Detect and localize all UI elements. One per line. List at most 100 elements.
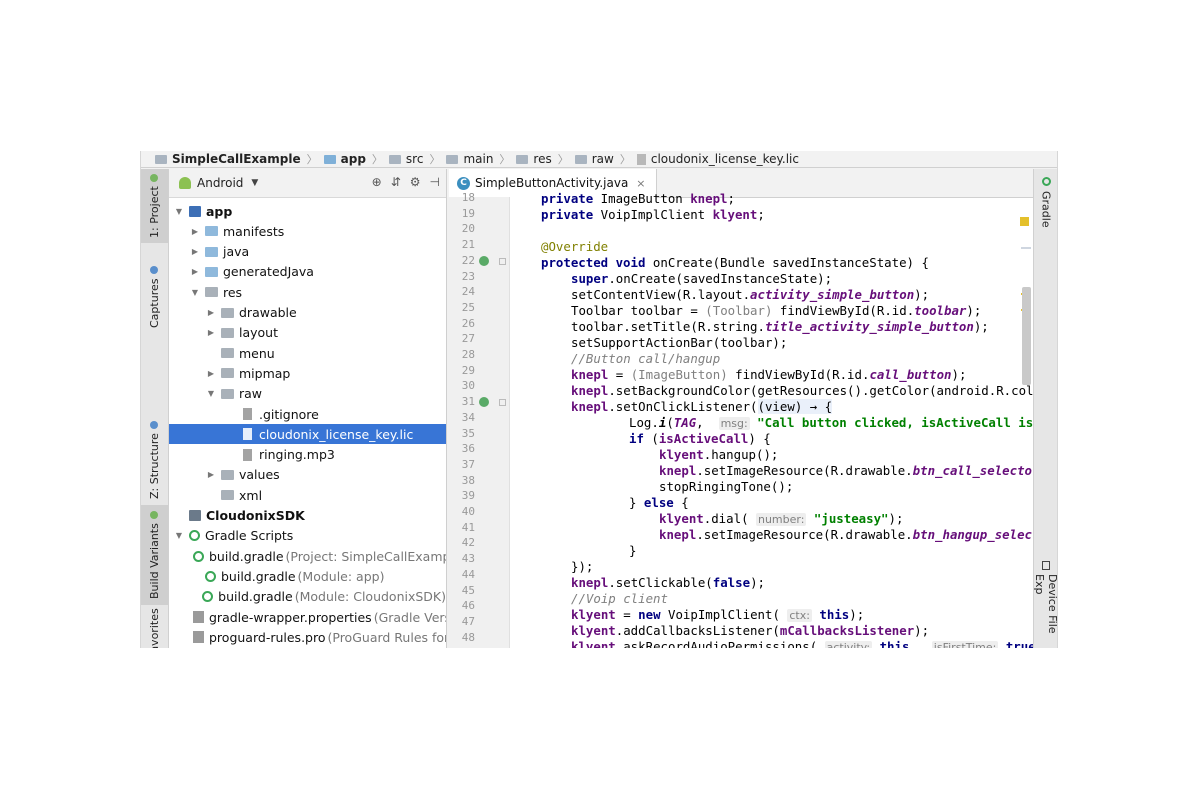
code-line: private ImageButton knepl; <box>541 191 735 206</box>
tree-item-label: ringing.mp3 <box>259 447 335 463</box>
fold-marker-icon[interactable] <box>499 399 506 407</box>
chevron-right-icon[interactable]: ▶ <box>205 470 217 479</box>
ide-window: SimpleCallExample 〉 app 〉 src 〉 main 〉 res 〉 raw 〉 c… <box>140 151 1058 648</box>
tool-tab-device-file-explorer[interactable]: Device File Exp <box>1033 561 1057 648</box>
breadcrumb-label: app <box>340 152 366 166</box>
tree-item[interactable]: ▶ manifests <box>169 221 446 241</box>
chevron-right-icon[interactable]: ▶ <box>205 369 217 378</box>
chevron-right-icon[interactable]: ▶ <box>205 308 217 317</box>
tree-item[interactable]: ▶ values <box>169 465 446 485</box>
res-folder-icon <box>205 287 218 298</box>
tree-item[interactable]: ▼ res <box>169 282 446 302</box>
code-line: } else { <box>629 495 689 510</box>
tree-item[interactable]: build.gradle (Module: app) <box>169 566 446 586</box>
breadcrumb-item[interactable]: cloudonix_license_key.lic <box>636 152 799 166</box>
breadcrumb-label: SimpleCallExample <box>172 152 301 166</box>
fold-marker-icon[interactable] <box>499 257 506 265</box>
tool-tab-favorites[interactable]: Favorites <box>141 608 168 648</box>
breadcrumb-item[interactable]: raw <box>574 152 614 166</box>
line-number: 30 <box>461 379 475 393</box>
breadcrumb-item[interactable]: src <box>388 152 423 166</box>
properties-icon <box>193 631 204 644</box>
tool-tab-project[interactable]: 1: Project <box>141 169 168 243</box>
tool-tab-build-variants[interactable]: Build Variants <box>141 505 168 605</box>
close-icon[interactable]: × <box>636 177 645 190</box>
breadcrumb-item[interactable]: app <box>323 152 366 166</box>
code-line: toolbar.setTitle(R.string.title_activity… <box>571 319 989 334</box>
tool-tab-gradle[interactable]: Gradle <box>1034 177 1057 237</box>
tree-item[interactable]: ▶ drawable <box>169 303 446 323</box>
tree-item[interactable]: ▶ generatedJava <box>169 262 446 282</box>
tool-tab-gradle-label: Gradle <box>1039 191 1053 228</box>
chevron-right-icon[interactable]: ▶ <box>189 247 201 256</box>
line-number: 43 <box>461 552 475 566</box>
code-area[interactable]: private ImageButton knepl; private VoipI… <box>509 191 1033 648</box>
code-line: super.onCreate(savedInstanceState); <box>571 271 833 286</box>
tree-item[interactable]: ▶ java <box>169 242 446 262</box>
tree-item-label: xml <box>239 487 263 503</box>
tool-tab-structure[interactable]: Z: Structure <box>141 415 168 505</box>
tree-item[interactable]: ringing.mp3 <box>169 445 446 465</box>
folder-icon <box>388 154 401 164</box>
line-number: 48 <box>461 630 475 644</box>
line-number: 41 <box>461 520 475 534</box>
tree-item[interactable]: gradle-wrapper.properties(Gradle Versio <box>169 607 446 627</box>
line-number: 20 <box>461 222 475 236</box>
tree-item[interactable]: xml <box>169 485 446 505</box>
tree-item[interactable]: build.gradle(Project: SimpleCallExample) <box>169 546 446 566</box>
line-number: 28 <box>461 348 475 361</box>
hide-icon[interactable]: ⊣ <box>430 175 440 189</box>
collapse-icon[interactable]: ⇵ <box>391 175 401 189</box>
chevron-down-icon[interactable]: ▼ <box>173 531 185 540</box>
tree-item[interactable]: ▶ layout <box>169 323 446 343</box>
code-line: knepl = (ImageButton) findViewById(R.id.… <box>571 367 967 382</box>
chevron-right-icon[interactable]: ▶ <box>205 328 217 337</box>
breadcrumb-item[interactable]: res <box>516 152 552 166</box>
breadcrumb-item[interactable]: main <box>446 152 493 166</box>
line-number: 49 <box>447 646 475 648</box>
tree-item[interactable]: cloudonix_license_key.lic <box>169 424 446 445</box>
chevron-right-icon[interactable]: ▶ <box>189 227 201 236</box>
tree-item-label: proguard-rules.pro <box>209 629 326 645</box>
line-number: 42 <box>461 536 475 550</box>
tree-item[interactable]: .gitignore <box>169 404 446 424</box>
chevron-down-icon[interactable]: ▼ <box>173 207 185 216</box>
tree-item[interactable]: CloudonixSDK <box>169 506 446 526</box>
chevron-down-icon[interactable]: ▼ <box>205 389 217 398</box>
override-icon[interactable] <box>479 397 489 408</box>
code-editor: C SimpleButtonActivity.java × 18 19 20 21 22… <box>447 169 1033 648</box>
chevron-right-icon[interactable]: ▶ <box>189 267 201 276</box>
code-line: knepl.setImageResource(R.drawable.btn_ha… <box>659 527 1033 542</box>
tree-item-detail: (Module: CloudonixSDK) <box>294 589 446 605</box>
override-icon[interactable] <box>479 255 489 266</box>
tree-item[interactable]: menu <box>169 343 446 363</box>
code-line: setContentView(R.layout.activity_simple_… <box>571 287 930 302</box>
tree-item-label: build.gradle <box>209 548 284 564</box>
chevron-down-icon[interactable]: ▼ <box>189 288 201 297</box>
tree-item[interactable]: ▶ mipmap <box>169 363 446 383</box>
gear-icon[interactable]: ⚙ <box>410 175 421 189</box>
tree-item[interactable]: ▼ Gradle Scripts <box>169 526 446 546</box>
vertical-scrollbar[interactable] <box>1022 287 1031 385</box>
folder-icon <box>221 348 234 359</box>
warning-marker[interactable] <box>1020 217 1029 226</box>
android-icon <box>179 177 191 189</box>
tree-item[interactable]: ▼ app <box>169 201 446 221</box>
line-number: 22 <box>461 253 475 267</box>
tool-tab-favorites-label: Favorites <box>148 608 161 648</box>
tree-item[interactable]: ▼ raw <box>169 384 446 404</box>
folder-icon <box>221 388 234 399</box>
line-number: 24 <box>461 285 475 299</box>
tree-item[interactable]: proguard-rules.pro(ProGuard Rules for a <box>169 627 446 647</box>
chevron-down-icon[interactable]: ▼ <box>251 178 258 188</box>
tree-item-label: app <box>206 203 233 219</box>
tree-item-label: raw <box>239 386 263 402</box>
sync-icon[interactable]: ⊕ <box>372 175 382 189</box>
view-selector[interactable]: Android <box>197 176 243 190</box>
tree-item[interactable]: build.gradle (Module: CloudonixSDK) <box>169 587 446 607</box>
tool-tab-captures[interactable]: Captures <box>141 255 168 339</box>
tree-item-label: mipmap <box>239 365 291 381</box>
gradle-icon <box>189 530 200 542</box>
gradle-icon <box>205 570 216 582</box>
breadcrumb-item[interactable]: SimpleCallExample <box>155 152 301 166</box>
